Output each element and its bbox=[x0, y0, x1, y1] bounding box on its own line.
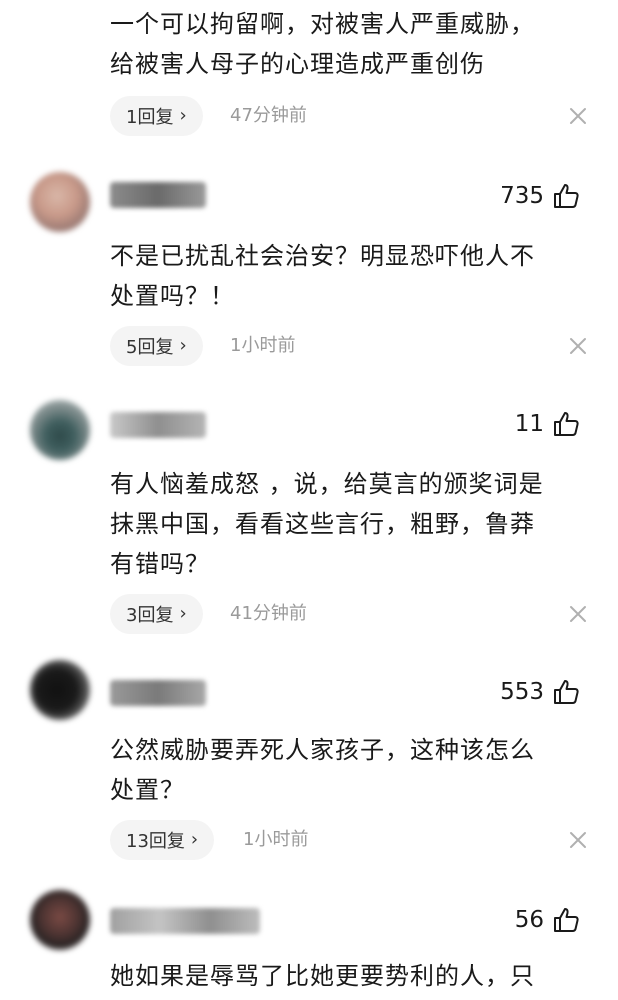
replies-button[interactable]: 3回复 › bbox=[110, 594, 203, 634]
replies-button[interactable]: 1回复 › bbox=[110, 96, 203, 136]
thumbs-up-icon bbox=[552, 906, 580, 934]
avatar[interactable] bbox=[30, 400, 90, 460]
chevron-right-icon: › bbox=[179, 105, 187, 126]
like-count: 56 bbox=[514, 907, 544, 933]
like-button[interactable]: 56 bbox=[515, 903, 580, 937]
replies-label: 13回复 bbox=[126, 831, 185, 852]
chevron-right-icon: › bbox=[179, 335, 187, 356]
comment-meta: 3回复 › 41分钟前 bbox=[110, 594, 590, 634]
comment-text: 有人恼羞成怒 ，说，给莫言的颁奖词是 抹黑中国，看看这些言行，粗野，鲁莽 有错吗… bbox=[110, 470, 544, 578]
thumbs-up-icon bbox=[552, 678, 580, 706]
chevron-right-icon: › bbox=[179, 603, 187, 624]
chevron-right-icon: › bbox=[190, 829, 199, 850]
username-blurred[interactable] bbox=[110, 680, 206, 706]
comment-time: 1小时前 bbox=[243, 829, 309, 850]
replies-label: 3回复 bbox=[126, 605, 174, 626]
thumbs-up-icon bbox=[552, 410, 580, 438]
close-icon[interactable] bbox=[566, 334, 590, 358]
comment-text: 一个可以拘留啊，对被害人严重威胁， 给被害人母子的心理造成严重创伤 bbox=[110, 10, 535, 78]
like-count: 735 bbox=[500, 183, 544, 209]
username-blurred[interactable] bbox=[110, 908, 260, 934]
comment-meta: 5回复 › 1小时前 bbox=[110, 326, 590, 366]
comment-time: 1小时前 bbox=[230, 335, 296, 356]
replies-button[interactable]: 13回复 › bbox=[110, 820, 215, 860]
comment-text: 不是已扰乱社会治安？明显恐吓他人不 处置吗？！ bbox=[110, 242, 535, 310]
avatar[interactable] bbox=[30, 660, 90, 720]
like-count: 11 bbox=[514, 411, 544, 437]
thumbs-up-icon bbox=[552, 182, 580, 210]
comment-time: 47分钟前 bbox=[230, 105, 307, 126]
close-icon[interactable] bbox=[566, 602, 590, 626]
avatar[interactable] bbox=[30, 890, 90, 950]
like-button[interactable]: 735 bbox=[500, 179, 580, 213]
comment-time: 41分钟前 bbox=[230, 603, 307, 624]
like-count: 553 bbox=[500, 679, 544, 705]
replies-button[interactable]: 5回复 › bbox=[110, 326, 203, 366]
avatar[interactable] bbox=[30, 172, 90, 232]
username-blurred[interactable] bbox=[110, 412, 206, 438]
replies-label: 5回复 bbox=[126, 337, 174, 358]
close-icon[interactable] bbox=[566, 828, 590, 852]
username-blurred[interactable] bbox=[110, 182, 206, 208]
comment-text: 她如果是辱骂了比她更要势利的人，只 bbox=[110, 962, 535, 990]
replies-label: 1回复 bbox=[126, 107, 174, 128]
like-button[interactable]: 553 bbox=[500, 675, 580, 709]
comment-meta: 13回复 › 1小时前 bbox=[110, 820, 590, 860]
close-icon[interactable] bbox=[566, 104, 590, 128]
comment-meta: 1回复 › 47分钟前 bbox=[110, 96, 590, 136]
like-button[interactable]: 11 bbox=[515, 407, 580, 441]
comment-text: 公然威胁要弄死人家孩子，这种该怎么 处置？ bbox=[110, 736, 535, 804]
